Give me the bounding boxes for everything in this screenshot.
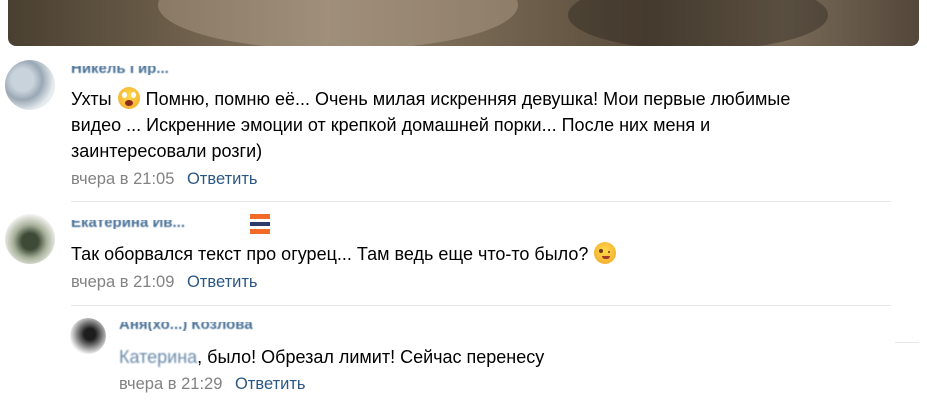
avatar[interactable] <box>5 60 55 110</box>
divider <box>895 342 919 343</box>
comment-time[interactable]: вчера в 21:09 <box>71 273 174 291</box>
comment-author[interactable]: Екатерина Ив... <box>71 220 185 229</box>
comment-text: Так оборвался текст про огурец... Там ве… <box>71 241 617 267</box>
shocked-face-emoji-icon <box>117 87 140 109</box>
divider <box>71 201 891 202</box>
comment-author[interactable]: Аня(хо...) Козлова <box>119 322 253 331</box>
flag-badge-icon <box>250 214 270 234</box>
avatar[interactable] <box>5 214 55 264</box>
comment-meta: вчера в 21:05 Ответить <box>71 170 258 189</box>
post-image[interactable] <box>8 0 919 46</box>
divider <box>71 305 891 306</box>
comment-text: Катерина, было! Обрезал лимит! Сейчас пе… <box>119 347 545 367</box>
avatar[interactable] <box>70 318 106 354</box>
comment-time[interactable]: вчера в 21:05 <box>71 170 174 188</box>
comment-meta: вчера в 21:29 Ответить <box>119 375 306 394</box>
comment-text-line: заинтересовали розги) <box>71 141 263 161</box>
reply-button[interactable]: Ответить <box>235 375 306 393</box>
comment-text-line: видео ... Искренние эмоции от крепкой до… <box>71 115 711 135</box>
reply-button[interactable]: Ответить <box>187 170 258 188</box>
winking-face-emoji-icon <box>594 242 617 264</box>
mention-link[interactable]: Катерина <box>119 347 197 367</box>
comment-author[interactable]: Никель Гир... <box>71 66 169 75</box>
comment-text: Ухты Помню, помню её... Очень милая искр… <box>71 87 791 109</box>
comment-time[interactable]: вчера в 21:29 <box>119 375 222 393</box>
comment-meta: вчера в 21:09 Ответить <box>71 273 258 292</box>
reply-button[interactable]: Ответить <box>187 273 258 291</box>
